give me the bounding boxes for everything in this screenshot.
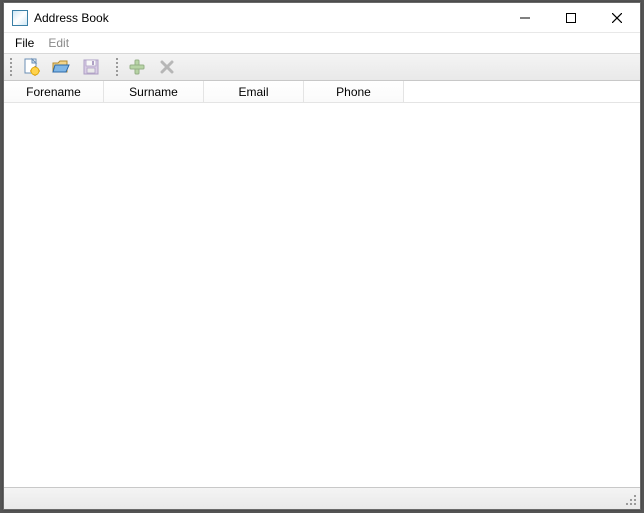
new-document-icon [21,57,41,77]
maximize-button[interactable] [548,3,594,33]
table-body[interactable] [4,103,640,487]
menu-edit[interactable]: Edit [41,34,76,52]
new-document-button[interactable] [17,55,45,79]
app-icon [12,10,28,26]
delete-button[interactable] [153,55,181,79]
app-window: Address Book File Edit [3,2,641,510]
save-button[interactable] [77,55,105,79]
window-title: Address Book [34,11,109,25]
column-header-email[interactable]: Email [204,81,304,102]
column-header-forename[interactable]: Forename [4,81,104,102]
minimize-icon [520,13,530,23]
close-icon [612,13,622,23]
column-header-phone[interactable]: Phone [304,81,404,102]
toolbar-grip-2[interactable] [114,56,120,78]
add-button[interactable] [123,55,151,79]
folder-open-icon [51,57,71,77]
size-grip[interactable] [624,493,638,507]
add-icon [127,57,147,77]
titlebar: Address Book [4,3,640,33]
toolbar-grip[interactable] [8,56,14,78]
toolbar [4,53,640,81]
menubar: File Edit [4,33,640,53]
column-header-surname[interactable]: Surname [104,81,204,102]
save-icon [81,57,101,77]
close-button[interactable] [594,3,640,33]
table-header: Forename Surname Email Phone [4,81,640,103]
delete-icon [157,57,177,77]
statusbar [4,487,640,509]
maximize-icon [566,13,576,23]
open-button[interactable] [47,55,75,79]
menu-file[interactable]: File [8,34,41,52]
minimize-button[interactable] [502,3,548,33]
